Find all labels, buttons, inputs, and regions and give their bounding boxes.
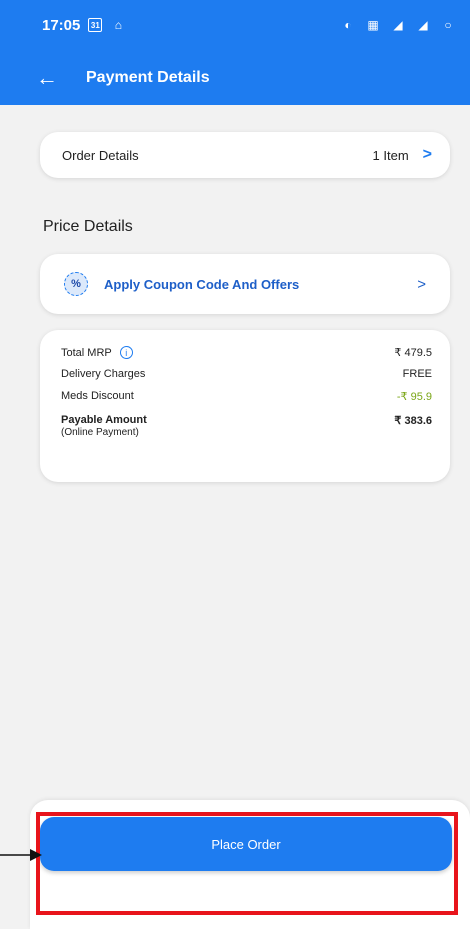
payable-amount-label: Payable Amount — [61, 414, 147, 426]
meds-discount-value: -₹ 95.9 — [396, 391, 432, 403]
chevron-right-icon: > — [417, 275, 426, 293]
chevron-right-icon: > — [422, 146, 432, 163]
status-time: 17:05 — [42, 16, 81, 34]
data-saver-icon: ◐ — [344, 18, 352, 32]
delivery-charges-label: Delivery Charges — [61, 368, 146, 380]
signal-icon: ◢ — [393, 18, 403, 32]
battery-icon: ○ — [444, 18, 452, 32]
highlight-box — [36, 812, 458, 915]
total-mrp-value: ₹ 479.5 — [394, 347, 432, 359]
app-bar: ← Payment Details — [0, 50, 470, 105]
total-mrp-name: Total MRP i — [61, 346, 133, 359]
apply-coupon-card[interactable]: % Apply Coupon Code And Offers > — [40, 254, 450, 314]
price-details-heading: Price Details — [43, 218, 133, 235]
page-title: Payment Details — [86, 68, 210, 86]
back-arrow-icon[interactable]: ← — [36, 65, 60, 91]
order-item-count: 1 Item — [372, 147, 409, 163]
signal-2-icon: ◢ — [418, 18, 428, 32]
notification-icon: ⌂ — [114, 18, 122, 32]
coupon-percent-icon: % — [64, 272, 88, 296]
apply-coupon-label: Apply Coupon Code And Offers — [104, 276, 300, 292]
price-breakdown-card: Total MRP i ₹ 479.5 Delivery Charges FRE… — [40, 330, 450, 482]
payable-amount-subtitle: (Online Payment) — [61, 427, 139, 438]
status-left: 17:05 31 ⌂ — [42, 17, 126, 34]
payable-amount-name: Payable Amount (Online Payment) — [61, 414, 147, 438]
status-bar: 17:05 31 ⌂ ◐ ▦ ◢ ◢ ○ — [0, 0, 470, 50]
volte-icon: ▦ — [367, 18, 379, 32]
meds-discount-label: Meds Discount — [61, 390, 134, 402]
total-mrp-row: Total MRP i ₹ 479.5 — [61, 346, 432, 368]
status-right: ◐ ▦ ◢ ◢ ○ — [340, 18, 456, 32]
payable-amount-row: Payable Amount (Online Payment) ₹ 383.6 — [61, 414, 432, 438]
meds-discount-row: Meds Discount -₹ 95.9 — [61, 390, 432, 412]
calendar-icon: 31 — [88, 18, 103, 32]
delivery-charges-value: FREE — [402, 368, 432, 380]
order-details-label: Order Details — [62, 147, 139, 163]
delivery-charges-row: Delivery Charges FREE — [61, 368, 432, 390]
order-details-card[interactable]: Order Details 1 Item > — [40, 132, 450, 178]
info-icon[interactable]: i — [119, 346, 133, 359]
total-mrp-label: Total MRP — [61, 346, 112, 359]
annotation-arrow-icon — [0, 849, 42, 861]
payable-amount-value: ₹ 383.6 — [394, 415, 432, 427]
